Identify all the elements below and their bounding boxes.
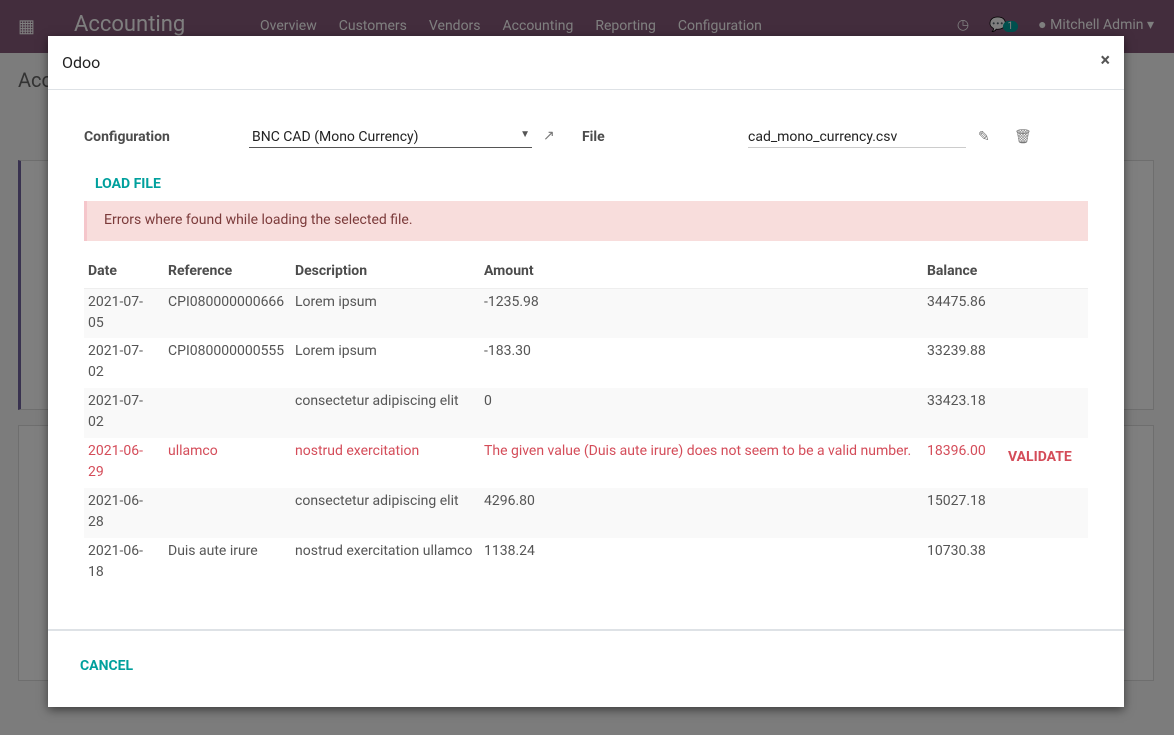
cell-date: 2021-06- 28 — [84, 488, 164, 538]
configuration-select[interactable]: BNC CAD (Mono Currency) ▼ — [249, 129, 532, 148]
cell-balance: 18396.00 — [927, 443, 986, 459]
cell-amount: 0 — [480, 388, 923, 438]
dialog-title: Odoo — [62, 53, 101, 72]
cell-description: Lorem ipsum — [295, 343, 377, 359]
configuration-value: BNC CAD (Mono Currency) — [252, 129, 419, 145]
cell-date: 2021-07- 02 — [88, 343, 143, 380]
table-row[interactable]: 2021-06- 18 Duis aute irure nostrud exerci… — [84, 538, 1088, 588]
action-cell — [1004, 488, 1088, 538]
table-row[interactable]: 2021-07- 02 CPI080000000555 Lorem ipsum -18… — [84, 338, 1088, 388]
action-cell — [1004, 338, 1088, 388]
cell-amount: -183.30 — [484, 343, 531, 359]
column-header: Reference — [164, 258, 291, 289]
cell-date: 2021-07- 05 — [84, 288, 164, 338]
cell-reference: CPI080000000666 — [164, 288, 291, 338]
load-file-button[interactable]: LOAD FILE — [95, 176, 161, 192]
cell-date: 2021-07- 02 — [84, 388, 164, 438]
column-header — [1004, 258, 1088, 289]
cell-description: nostrud exercitation ullamco — [295, 543, 473, 559]
dialog-footer: CANCEL — [48, 629, 1124, 707]
cell-amount: 4296.80 — [480, 488, 923, 538]
external-link-icon[interactable]: ↗ — [543, 128, 555, 144]
action-cell — [1004, 288, 1088, 338]
table-header: Date Reference Description Amount Balance — [84, 258, 1088, 289]
file-label: File — [582, 129, 605, 145]
action-cell — [1004, 388, 1088, 438]
cell-reference: ullamco — [168, 443, 218, 459]
action-cell — [1004, 538, 1088, 588]
cell-description: consectetur adipiscing elit — [291, 388, 480, 438]
file-name: cad_mono_currency.csv — [748, 129, 898, 145]
cell-reference — [164, 488, 291, 538]
table-row[interactable]: 2021-06- 29 ullamco nostrud exercitation Th… — [84, 438, 1088, 488]
cell-description: Lorem ipsum — [291, 288, 480, 338]
table-row[interactable]: 2021-07- 05 CPI080000000666 Lorem ipsum -12… — [84, 288, 1088, 338]
chevron-down-icon: ▼ — [520, 129, 530, 140]
cell-balance: 15027.18 — [923, 488, 1004, 538]
cell-balance: 33239.88 — [927, 343, 986, 359]
cell-amount: 1138.24 — [484, 543, 535, 559]
cell-description: consectetur adipiscing elit — [291, 488, 480, 538]
column-header: Amount — [480, 258, 923, 289]
table-row[interactable]: 2021-06- 28 consectetur adipiscing elit 42… — [84, 488, 1088, 538]
dialog-header: Odoo × — [48, 36, 1124, 90]
cancel-button[interactable]: CANCEL — [80, 658, 133, 674]
cell-balance: 33423.18 — [923, 388, 1004, 438]
statement-lines-table: Date Reference Description Amount Balance 20… — [84, 258, 1088, 588]
edit-pencil-icon[interactable]: ✎ — [978, 129, 990, 145]
close-icon[interactable]: × — [1100, 50, 1110, 71]
cell-date: 2021-06- 29 — [88, 443, 143, 480]
column-header: Date — [84, 258, 164, 289]
trash-icon[interactable]: 🗑 — [1014, 129, 1032, 145]
file-field[interactable]: cad_mono_currency.csv — [748, 129, 966, 148]
import-dialog: Odoo × Configuration BNC CAD (Mono Curre… — [48, 36, 1124, 707]
cell-balance: 34475.86 — [923, 288, 1004, 338]
cell-balance: 10730.38 — [927, 543, 986, 559]
table-row[interactable]: 2021-07- 02 consectetur adipiscing elit 0 3… — [84, 388, 1088, 438]
configuration-label: Configuration — [84, 129, 170, 145]
cell-amount: -1235.98 — [480, 288, 923, 338]
cell-date: 2021-06- 18 — [88, 543, 143, 580]
validate-button[interactable]: VALIDATE — [1004, 438, 1088, 488]
cell-reference — [164, 388, 291, 438]
cell-reference: CPI080000000555 — [168, 343, 285, 359]
cell-reference: Duis aute irure — [168, 543, 258, 559]
error-alert: Errors where found while loading the sel… — [84, 201, 1088, 241]
column-header: Balance — [923, 258, 1004, 289]
cell-amount: The given value (Duis aute irure) does n… — [484, 443, 912, 459]
column-header: Description — [291, 258, 480, 289]
cell-description: nostrud exercitation — [295, 443, 420, 459]
